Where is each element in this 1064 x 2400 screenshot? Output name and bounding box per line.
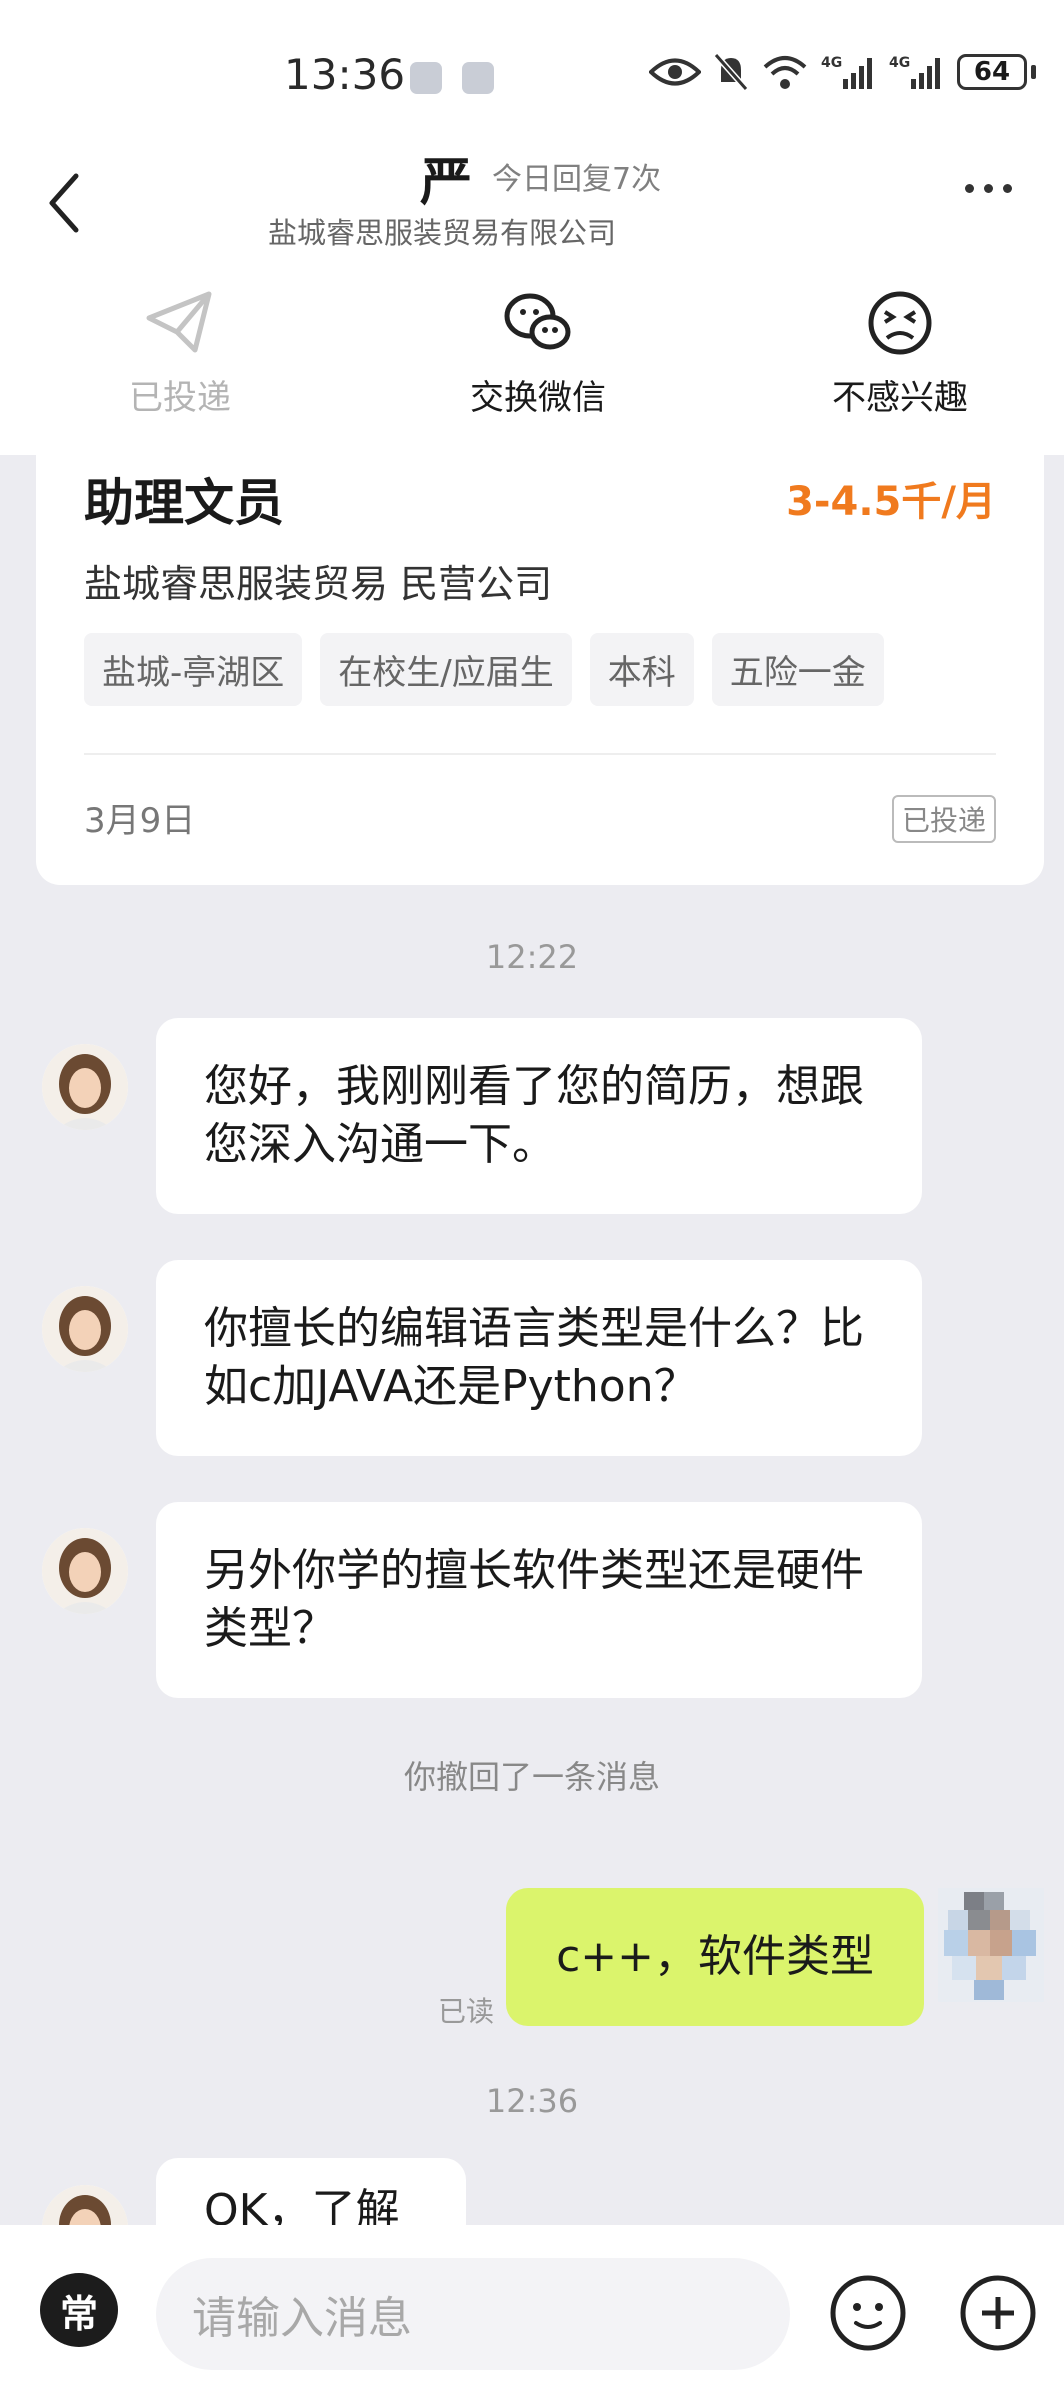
battery-tip — [1031, 65, 1036, 79]
job-tag: 本科 — [589, 633, 694, 706]
svg-text:4G: 4G — [889, 55, 910, 71]
exchange-wechat-label: 交换微信 — [470, 378, 606, 418]
emoji-icon[interactable] — [828, 2273, 908, 2353]
delivered-action[interactable]: 已投递 — [70, 290, 290, 419]
message-bubble: 你擅长的编辑语言类型是什么？比如c加JAVA还是Python？ — [156, 1260, 922, 1456]
job-tag: 五险一金 — [711, 633, 884, 706]
job-date: 3月9日 — [84, 801, 196, 841]
not-interested-label: 不感兴趣 — [832, 378, 968, 418]
status-badge: 已投递 — [891, 795, 996, 843]
more-options-icon[interactable] — [965, 184, 1012, 193]
delivered-label: 已投递 — [129, 378, 231, 418]
exchange-wechat-action[interactable]: 交换微信 — [428, 290, 648, 419]
status-icons: 4G 4G 64 — [649, 52, 1036, 92]
recruiter-avatar[interactable] — [42, 1528, 128, 1614]
message-bubble: 另外你学的擅长软件类型还是硬件类型？ — [156, 1502, 922, 1698]
eye-icon — [649, 58, 701, 86]
job-tag: 在校生/应届生 — [320, 633, 572, 706]
notification-icon — [410, 62, 442, 94]
mute-bell-icon — [713, 53, 749, 91]
job-tags: 盐城-亭湖区 在校生/应届生 本科 五险一金 — [84, 633, 884, 706]
job-tag: 盐城-亭湖区 — [84, 633, 303, 706]
svg-text:4G: 4G — [821, 55, 842, 71]
input-bar: 常 请输入消息 — [0, 2225, 1064, 2400]
chat-timestamp: 12:22 — [485, 938, 579, 976]
back-arrow-icon[interactable] — [42, 168, 92, 238]
message-input[interactable]: 请输入消息 — [156, 2258, 790, 2370]
not-interested-action[interactable]: 不感兴趣 — [790, 290, 1010, 419]
read-status: 已读 — [438, 1995, 495, 2028]
battery-icon: 64 — [957, 54, 1027, 90]
frown-icon — [868, 291, 932, 355]
card-divider — [84, 753, 996, 755]
job-salary: 3-4.5千/月 — [786, 479, 996, 525]
my-message-bubble: c++，软件类型 — [506, 1888, 924, 2026]
top-header-area: 13:36 4G 4G 64 严 今日回复7次 盐城睿思服装贸易有限公司 已投递… — [0, 0, 1064, 455]
recruiter-avatar[interactable] — [42, 1044, 128, 1130]
job-card[interactable]: 助理文员 3-4.5千/月 盐城睿思服装贸易 民营公司 盐城-亭湖区 在校生/应… — [36, 455, 1044, 885]
recall-notice: 你撤回了一条消息 — [403, 1758, 660, 1796]
chat-timestamp: 12:36 — [485, 2082, 579, 2120]
reply-count: 今日回复7次 — [492, 162, 662, 197]
contact-company: 盐城睿思服装贸易有限公司 — [268, 216, 617, 250]
paper-plane-icon — [146, 291, 212, 353]
app-notification-icon — [462, 62, 494, 94]
status-time: 13:36 — [284, 50, 406, 99]
wechat-icon — [504, 293, 571, 350]
recruiter-avatar[interactable] — [42, 1286, 128, 1372]
wifi-icon — [763, 56, 807, 89]
quick-reply-button[interactable]: 常 — [40, 2273, 118, 2347]
job-company: 盐城睿思服装贸易 民营公司 — [84, 562, 553, 606]
contact-name: 严 — [420, 153, 473, 213]
add-icon[interactable] — [958, 2273, 1038, 2353]
signal-4g-icon-2: 4G — [889, 55, 940, 89]
job-title: 助理文员 — [84, 474, 284, 532]
signal-4g-icon-1: 4G — [821, 55, 872, 89]
message-bubble: 您好，我刚刚看了您的简历，想跟您深入沟通一下。 — [156, 1018, 922, 1214]
my-avatar[interactable] — [938, 1888, 1044, 2002]
